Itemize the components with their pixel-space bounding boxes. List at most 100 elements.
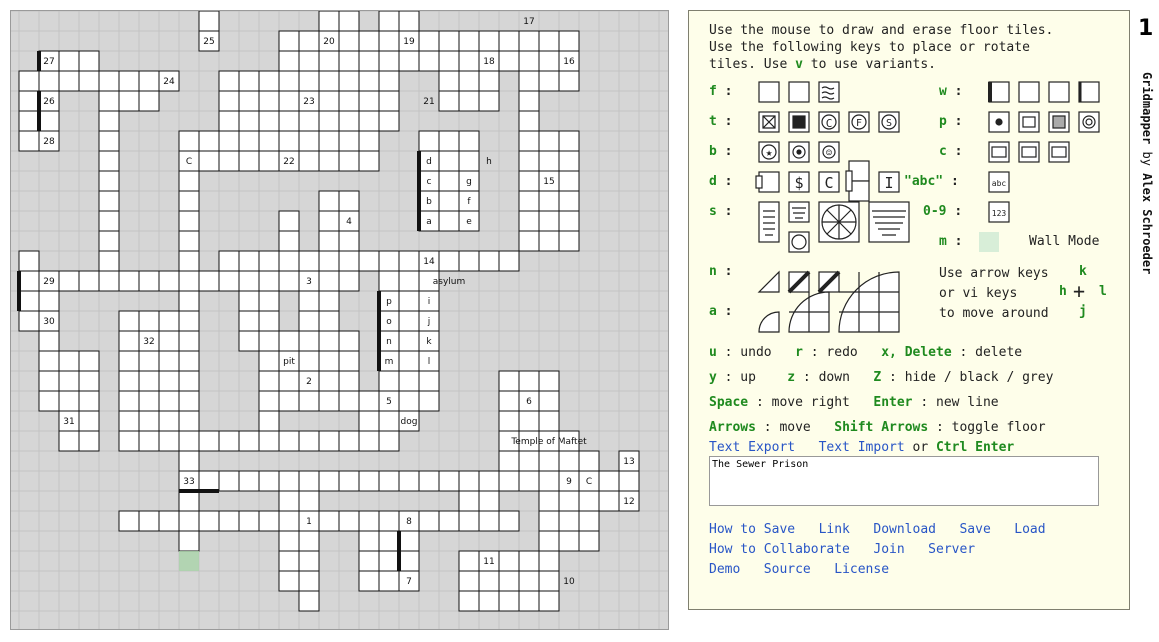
floor-tile[interactable] [98, 90, 120, 112]
floor-tile[interactable] [358, 570, 380, 592]
floor-tile[interactable] [398, 370, 420, 392]
floor-tile[interactable] [458, 90, 480, 112]
floor-tile[interactable] [238, 150, 260, 172]
floor-tile[interactable] [298, 150, 320, 172]
floor-tile[interactable] [538, 190, 560, 212]
floor-tile[interactable] [238, 130, 260, 152]
floor-tile[interactable] [558, 530, 580, 552]
floor-tile[interactable] [478, 590, 500, 612]
floor-tile[interactable] [278, 90, 300, 112]
floor-tile[interactable] [538, 590, 560, 612]
floor-tile[interactable] [318, 310, 340, 332]
floor-tile[interactable] [398, 530, 420, 552]
floor-tile[interactable] [398, 310, 420, 332]
floor-tile[interactable] [118, 430, 140, 452]
floor-tile[interactable] [118, 510, 140, 532]
floor-tile[interactable] [378, 90, 400, 112]
map-canvas[interactable]: 25 20 19 17 27 18 16 24 26 23 21 28 22 15 4 14 29 3 30 32 2 3… [10, 10, 669, 630]
floor-tile[interactable] [338, 350, 360, 372]
floor-tile[interactable] [138, 390, 160, 412]
floor-tile[interactable] [518, 50, 540, 72]
floor-tile[interactable] [18, 130, 40, 152]
floor-tile[interactable] [518, 470, 540, 492]
floor-tile[interactable] [478, 90, 500, 112]
floor-tile[interactable] [498, 50, 520, 72]
floor-tile[interactable] [18, 90, 40, 112]
floor-tile[interactable] [318, 250, 340, 272]
floor-tile[interactable] [298, 350, 320, 372]
floor-tile[interactable] [318, 150, 340, 172]
floor-tile[interactable] [298, 490, 320, 512]
floor-tile[interactable] [398, 390, 420, 412]
floor-tile[interactable] [118, 90, 140, 112]
floor-tile[interactable] [138, 350, 160, 372]
floor-tile[interactable] [338, 250, 360, 272]
floor-tile[interactable] [78, 370, 100, 392]
floor-tile[interactable] [358, 150, 380, 172]
floor-tile[interactable] [358, 30, 380, 52]
floor-tile[interactable] [138, 370, 160, 392]
floor-tile[interactable] [178, 490, 200, 512]
floor-tile[interactable] [338, 11, 360, 32]
floor-tile[interactable] [98, 190, 120, 212]
how-to-collaborate-link[interactable]: How to Collaborate [709, 542, 850, 557]
floor-tile[interactable] [538, 550, 560, 572]
floor-tile[interactable] [398, 330, 420, 352]
floor-tile[interactable] [318, 390, 340, 412]
floor-tile[interactable] [518, 90, 540, 112]
floor-tile[interactable] [438, 70, 460, 92]
floor-tile[interactable] [218, 270, 240, 292]
floor-tile[interactable] [278, 330, 300, 352]
floor-tile[interactable] [318, 90, 340, 112]
floor-tile[interactable] [278, 30, 300, 52]
floor-tile[interactable] [258, 370, 280, 392]
floor-tile[interactable] [378, 430, 400, 452]
floor-tile[interactable] [178, 530, 200, 552]
floor-tile[interactable] [298, 130, 320, 152]
floor-tile[interactable] [278, 130, 300, 152]
floor-tile[interactable] [298, 570, 320, 592]
floor-tile[interactable] [318, 430, 340, 452]
floor-tile[interactable] [98, 230, 120, 252]
floor-tile[interactable] [318, 330, 340, 352]
map-text-field[interactable] [709, 456, 1099, 506]
floor-tile[interactable] [118, 70, 140, 92]
floor-tile[interactable] [98, 170, 120, 192]
source-link[interactable]: Source [764, 562, 811, 577]
link-link[interactable]: Link [819, 522, 850, 537]
floor-tile[interactable] [558, 230, 580, 252]
floor-tile[interactable] [258, 330, 280, 352]
floor-tile[interactable] [58, 50, 80, 72]
floor-tile[interactable] [378, 70, 400, 92]
floor-tile[interactable] [518, 190, 540, 212]
floor-tile[interactable] [498, 410, 520, 432]
floor-tile[interactable] [518, 170, 540, 192]
floor-tile[interactable] [538, 510, 560, 532]
floor-tile[interactable] [298, 250, 320, 272]
floor-tile[interactable] [258, 410, 280, 432]
floor-tile[interactable] [18, 310, 40, 332]
floor-tile[interactable] [38, 350, 60, 372]
floor-tile[interactable] [518, 210, 540, 232]
floor-tile[interactable] [198, 150, 220, 172]
floor-tile[interactable] [318, 50, 340, 72]
floor-tile[interactable] [178, 510, 200, 532]
floor-tile[interactable] [258, 70, 280, 92]
floor-tile[interactable] [158, 410, 180, 432]
floor-tile[interactable] [158, 310, 180, 332]
floor-tile[interactable] [18, 250, 40, 272]
floor-tile[interactable] [318, 130, 340, 152]
floor-tile[interactable] [178, 130, 200, 152]
floor-tile[interactable] [138, 270, 160, 292]
floor-tile[interactable] [58, 350, 80, 372]
floor-tile[interactable] [498, 510, 520, 532]
floor-tile[interactable] [258, 470, 280, 492]
floor-tile[interactable] [358, 90, 380, 112]
floor-tile[interactable] [318, 290, 340, 312]
floor-tile[interactable] [338, 470, 360, 492]
floor-tile[interactable] [418, 510, 440, 532]
floor-tile[interactable] [458, 250, 480, 272]
floor-tile[interactable] [318, 470, 340, 492]
floor-tile[interactable] [498, 550, 520, 572]
floor-tile[interactable] [98, 130, 120, 152]
